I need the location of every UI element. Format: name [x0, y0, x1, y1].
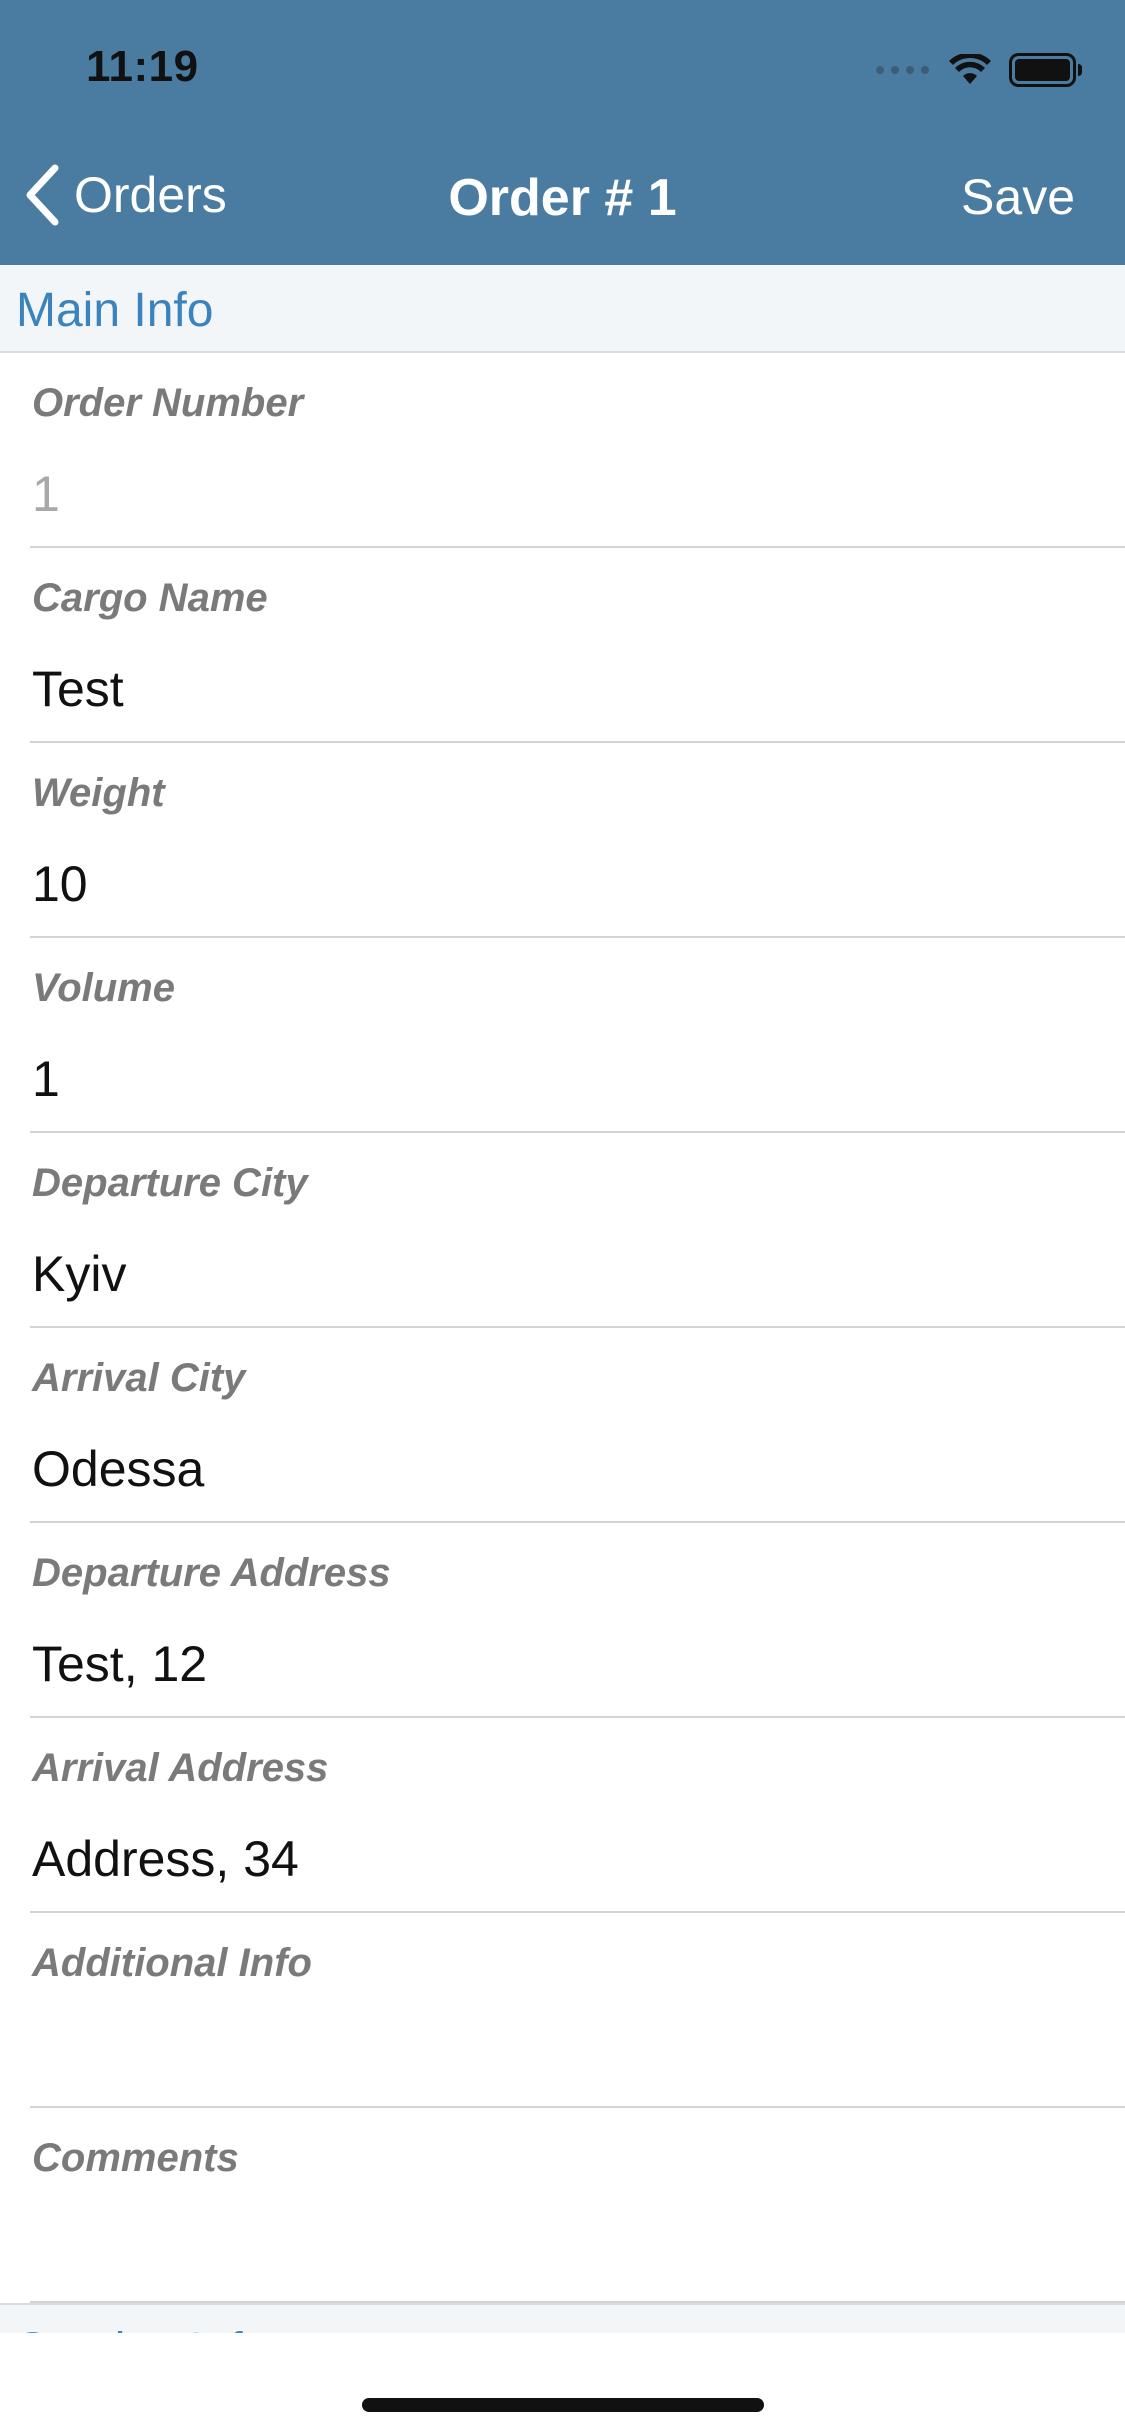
page-title: Order # 1 — [448, 169, 677, 227]
field-label: Departure Address — [32, 1551, 391, 1595]
section-header-main-info: Main Info — [0, 265, 1125, 353]
field-cargo-name: Cargo Name — [30, 548, 1125, 743]
section-header-service-info: Service Info — [0, 2303, 1125, 2333]
section-title: Main Info — [16, 284, 214, 337]
field-volume: Volume — [30, 938, 1125, 1133]
field-label: Comments — [32, 2136, 239, 2180]
weight-input[interactable] — [32, 855, 1032, 913]
additional-info-input[interactable] — [32, 2025, 1032, 2083]
order-form: Order Number Cargo Name Weight Volume De… — [0, 353, 1125, 2303]
status-time: 11:19 — [86, 42, 199, 91]
wifi-icon — [949, 54, 991, 84]
status-indicators — [876, 50, 1083, 90]
comments-input[interactable] — [32, 2220, 1032, 2278]
arrival-city-input[interactable] — [32, 1440, 1032, 1498]
field-comments: Comments — [30, 2108, 1125, 2303]
field-departure-city: Departure City — [30, 1133, 1125, 1328]
save-button[interactable]: Save — [961, 168, 1075, 226]
field-label: Additional Info — [32, 1941, 312, 1985]
field-label: Order Number — [32, 381, 304, 425]
field-label: Cargo Name — [32, 576, 268, 620]
departure-city-input[interactable] — [32, 1245, 1032, 1303]
arrival-address-input[interactable] — [32, 1830, 1032, 1888]
cellular-signal-icon — [876, 66, 929, 74]
field-label: Arrival City — [32, 1356, 246, 1400]
volume-input[interactable] — [32, 1050, 1032, 1108]
field-order-number: Order Number — [30, 353, 1125, 548]
departure-address-input[interactable] — [32, 1635, 1032, 1693]
field-departure-address: Departure Address — [30, 1523, 1125, 1718]
field-label: Weight — [32, 771, 165, 815]
field-label: Arrival Address — [32, 1746, 329, 1790]
field-label: Volume — [32, 966, 175, 1010]
field-label: Departure City — [32, 1161, 308, 1205]
order-number-input[interactable] — [32, 465, 1032, 523]
navigation-header: 11:19 Orders Order # 1 Save — [0, 0, 1125, 265]
field-arrival-address: Arrival Address — [30, 1718, 1125, 1913]
field-weight: Weight — [30, 743, 1125, 938]
field-additional-info: Additional Info — [30, 1913, 1125, 2108]
battery-icon — [1009, 53, 1082, 87]
home-indicator-area — [0, 2333, 1125, 2436]
field-arrival-city: Arrival City — [30, 1328, 1125, 1523]
cargo-name-input[interactable] — [32, 660, 1032, 718]
home-indicator[interactable] — [362, 2398, 764, 2412]
section-title: Service Info — [16, 2323, 269, 2333]
